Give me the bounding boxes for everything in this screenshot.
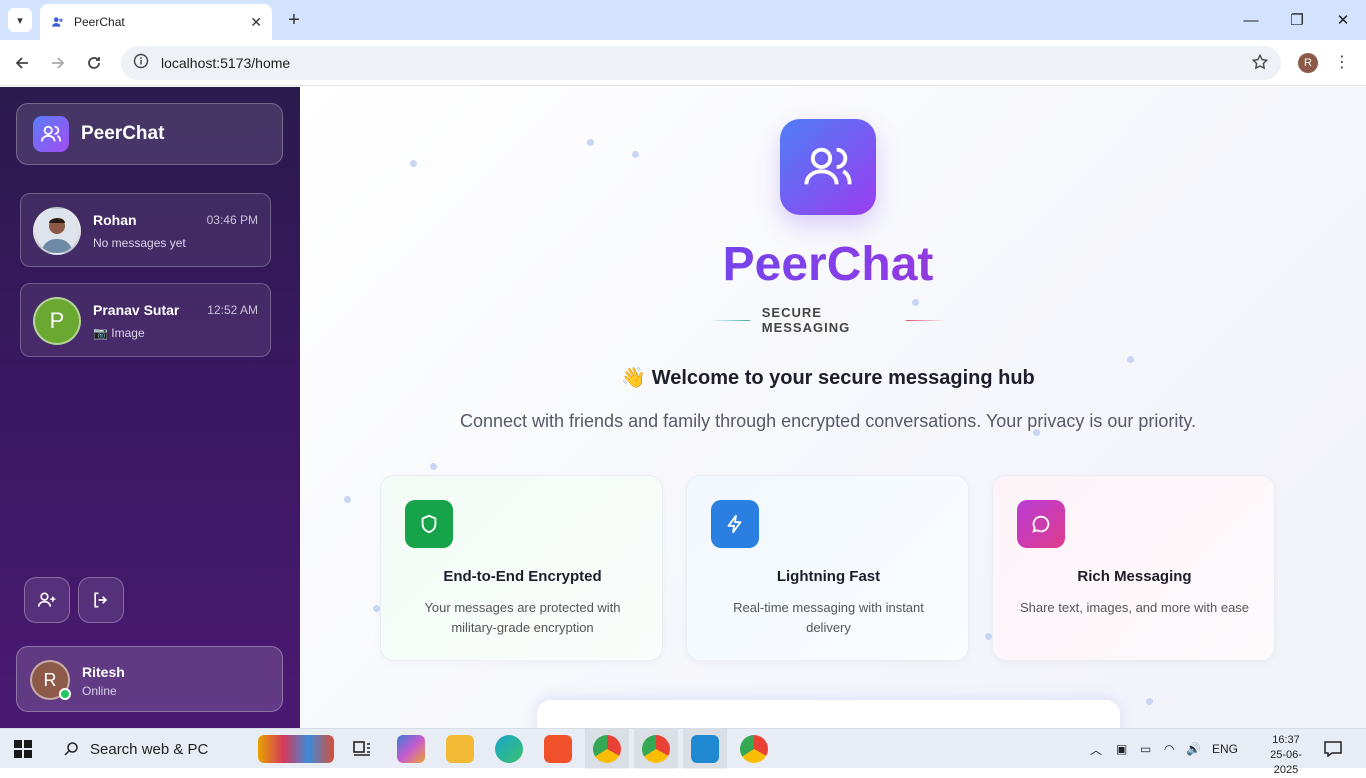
close-window-icon[interactable]: ✕ (1320, 0, 1366, 40)
festival-widget-icon[interactable] (258, 735, 334, 763)
feature-card-rich-messaging: Rich Messaging Share text, images, and m… (992, 475, 1275, 661)
hero-title: PeerChat (300, 237, 1356, 292)
decor-dot (985, 633, 992, 640)
file-explorer-icon[interactable] (446, 735, 474, 763)
browser-tab[interactable]: PeerChat ✕ (40, 4, 272, 40)
reload-icon[interactable] (81, 50, 107, 76)
divider (906, 319, 946, 321)
decor-dot (632, 151, 639, 158)
brave-icon[interactable] (544, 735, 572, 763)
chrome-profile-r-icon[interactable] (642, 735, 670, 763)
browser-toolbar: localhost:5173/home R ⋮ (0, 40, 1366, 86)
chrome-profile-c-icon[interactable] (740, 735, 768, 763)
back-icon[interactable] (9, 50, 35, 76)
decor-dot (373, 605, 380, 612)
tagline: SECURE MESSAGING (698, 305, 958, 335)
welcome-subtitle: Connect with friends and family through … (459, 411, 1197, 431)
logout-icon (94, 592, 108, 608)
avatar (33, 207, 81, 255)
chat-time: 03:46 PM (206, 213, 258, 227)
chat-item-pranav-sutar[interactable]: P Pranav Sutar 12:52 AM 📷 Image (20, 283, 271, 357)
tray-device-icon[interactable]: ▣ (1116, 729, 1127, 769)
restore-icon[interactable]: ❐ (1274, 0, 1320, 40)
chat-time: 12:52 AM (207, 303, 258, 317)
copilot-icon[interactable] (397, 735, 425, 763)
main-welcome-panel: PeerChat SECURE MESSAGING 👋 Welcome to y… (300, 87, 1366, 728)
bolt-icon (711, 500, 759, 548)
chat-last-message: No messages yet (93, 236, 186, 250)
bottom-panel (537, 700, 1120, 728)
show-hidden-icons[interactable]: ︿ (1090, 729, 1102, 769)
avatar: P (33, 297, 81, 345)
divider (710, 319, 750, 321)
chat-item-rohan[interactable]: Rohan 03:46 PM No messages yet (20, 193, 271, 267)
site-info-icon[interactable] (133, 53, 149, 74)
decor-dot (1146, 698, 1153, 705)
battery-icon[interactable]: ▭ (1140, 729, 1151, 769)
feature-description: Share text, images, and more with ease (1019, 600, 1250, 615)
vscode-icon[interactable] (691, 735, 719, 763)
chat-name: Pranav Sutar (93, 302, 180, 318)
decor-dot (587, 139, 594, 146)
logout-button[interactable] (78, 577, 124, 623)
users-hero-icon (780, 119, 876, 215)
decor-dot (430, 463, 437, 470)
wifi-icon[interactable]: ◠ (1164, 729, 1174, 769)
task-view-icon[interactable] (348, 735, 376, 763)
clock-time: 16:37 (1272, 734, 1300, 746)
new-tab-button[interactable]: + (282, 8, 306, 32)
peerchat-favicon-icon (50, 14, 66, 30)
chat-name: Rohan (93, 212, 137, 228)
decor-dot (344, 496, 351, 503)
add-user-icon (37, 592, 56, 607)
profile-avatar[interactable]: R (1298, 53, 1318, 73)
system-clock[interactable]: 16:37 25-06-2025 (1262, 733, 1310, 778)
feature-title: End-to-End Encrypted (443, 568, 602, 585)
minimize-icon[interactable]: — (1228, 0, 1274, 40)
chat-last-message: 📷 Image (93, 326, 145, 340)
language-indicator[interactable]: ENG (1212, 729, 1238, 769)
users-logo-icon (33, 116, 69, 152)
tagline-text: SECURE MESSAGING (761, 305, 851, 335)
decor-dot (1127, 356, 1134, 363)
online-status-dot (59, 688, 71, 700)
brand-name: PeerChat (81, 123, 165, 144)
edge-icon[interactable] (495, 735, 523, 763)
feature-description: Your messages are protected with militar… (424, 600, 621, 635)
sidebar-brand: PeerChat (16, 103, 283, 165)
address-bar[interactable]: localhost:5173/home (121, 46, 1281, 80)
chrome-profile-p-icon[interactable] (593, 735, 621, 763)
feature-card-fast: Lightning Fast Real-time messaging with … (686, 475, 969, 661)
welcome-heading: 👋 Welcome to your secure messaging hub (621, 367, 1035, 389)
feature-description: Real-time messaging with instant deliver… (733, 600, 924, 635)
notifications-icon[interactable] (1324, 729, 1342, 769)
url-text: localhost:5173/home (161, 55, 291, 71)
current-user-card[interactable]: R Ritesh Online (16, 646, 283, 712)
decor-dot (410, 160, 417, 167)
message-icon (1017, 500, 1065, 548)
os-taskbar: Search web & PC ︿ ▣ ▭ ◠ 🔊 ENG 16:37 25-0… (0, 728, 1366, 776)
forward-icon[interactable] (45, 50, 71, 76)
current-user-status: Online (82, 684, 117, 698)
browser-tab-bar: ▾ PeerChat ✕ + — ❐ ✕ (0, 0, 1366, 40)
search-label: Search web & PC (90, 740, 209, 758)
taskbar-search[interactable]: Search web & PC (52, 729, 252, 769)
tab-title: PeerChat (74, 15, 125, 29)
feature-title: Rich Messaging (1077, 568, 1192, 585)
add-user-button[interactable] (24, 577, 70, 623)
menu-kebab-icon[interactable]: ⋮ (1334, 53, 1350, 73)
volume-icon[interactable]: 🔊 (1186, 729, 1201, 769)
current-user-name: Ritesh (82, 664, 125, 680)
tab-search-button[interactable]: ▾ (8, 8, 32, 32)
sidebar: PeerChat Rohan 03:46 PM No messages yet … (0, 87, 300, 728)
close-tab-icon[interactable]: ✕ (250, 14, 262, 31)
shield-icon (405, 500, 453, 548)
feature-card-encrypted: End-to-End Encrypted Your messages are p… (380, 475, 663, 661)
clock-date: 25-06-2025 (1270, 749, 1302, 776)
search-icon (64, 742, 78, 756)
windows-start-icon[interactable] (14, 740, 32, 763)
bookmark-star-icon[interactable] (1251, 53, 1269, 76)
feature-title: Lightning Fast (776, 568, 881, 585)
